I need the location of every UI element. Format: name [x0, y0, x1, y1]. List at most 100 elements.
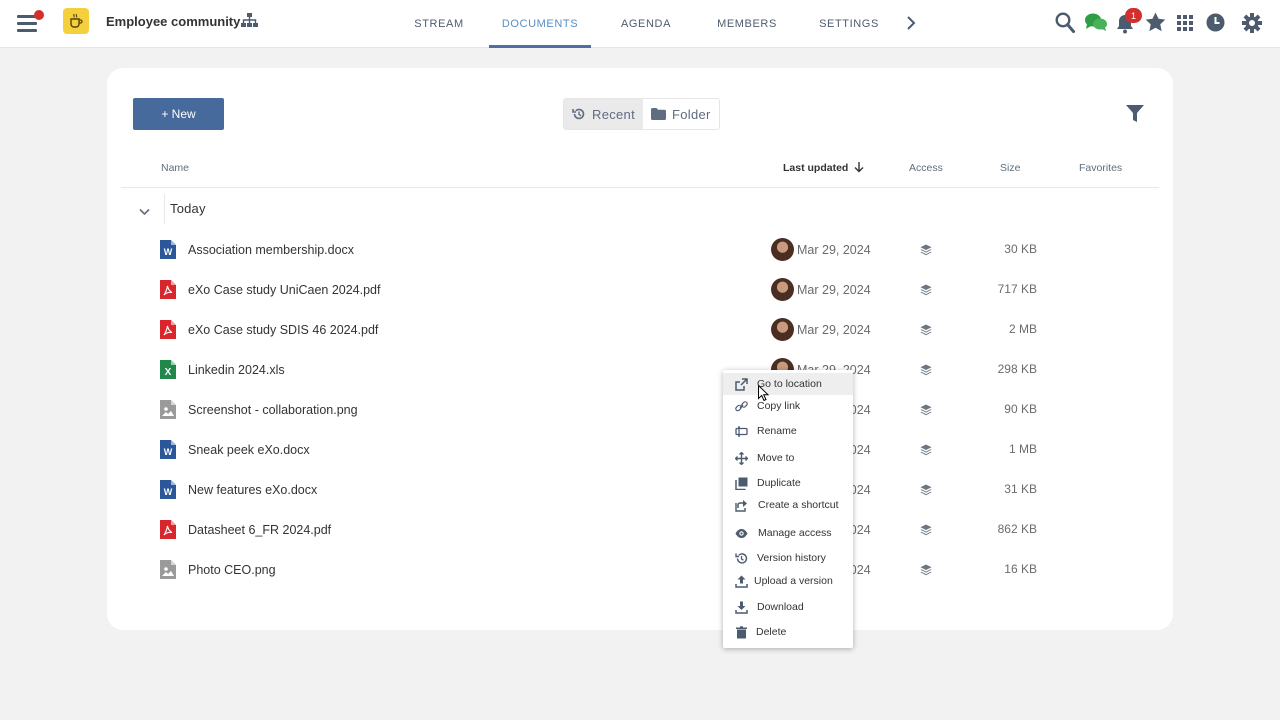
file-name[interactable]: Screenshot - collaboration.png	[188, 403, 358, 417]
svg-text:W: W	[164, 247, 173, 257]
star-icon[interactable]	[1145, 12, 1166, 37]
copy-icon	[735, 477, 748, 490]
column-header-last-updated[interactable]: Last updated	[783, 162, 864, 174]
table-row[interactable]: WNew features eXo.docxMar 29, 202431 KB	[107, 470, 1173, 510]
space-name[interactable]: Employee community	[106, 14, 240, 29]
menu-item-duplicate[interactable]: Duplicate	[723, 472, 853, 494]
chevron-down-icon[interactable]	[139, 203, 150, 221]
svg-text:X: X	[165, 367, 172, 378]
upload-icon	[735, 575, 748, 588]
space-logo[interactable]	[63, 8, 89, 34]
header-divider	[121, 187, 1159, 188]
file-size: 2 MB	[1008, 322, 1037, 336]
layers-icon[interactable]	[920, 283, 932, 301]
gear-icon[interactable]	[1242, 13, 1262, 38]
layers-icon[interactable]	[920, 403, 932, 421]
menu-item-label: Delete	[756, 626, 787, 638]
recent-view-button[interactable]: Recent	[564, 99, 643, 129]
table-row[interactable]: Datasheet 6_FR 2024.pdfMar 29, 2024862 K…	[107, 510, 1173, 550]
menu-notification-dot	[34, 10, 44, 20]
tab-agenda[interactable]: AGENDA	[601, 0, 691, 48]
documents-card: + New Recent Folder Name Last updated Ac…	[107, 68, 1173, 630]
avatar[interactable]	[771, 318, 794, 341]
history-icon	[735, 553, 748, 564]
column-header-favorites[interactable]: Favorites	[1079, 162, 1122, 174]
menu-item-create-a-shortcut[interactable]: Create a shortcut	[723, 494, 853, 516]
table-row[interactable]: WSneak peek eXo.docxMar 29, 20241 MB	[107, 430, 1173, 470]
layers-icon[interactable]	[920, 243, 932, 261]
table-row[interactable]: W Association membership.docx Mar 29, 2024…	[107, 230, 1173, 270]
chevron-right-icon[interactable]	[905, 15, 917, 36]
menu-item-rename[interactable]: Rename	[723, 420, 853, 442]
layers-icon[interactable]	[920, 323, 932, 341]
file-name[interactable]: Photo CEO.png	[188, 563, 276, 577]
tab-documents[interactable]: DOCUMENTS	[489, 0, 591, 48]
context-menu: Go to location Copy link Rename Move to Dupl…	[723, 370, 853, 648]
image-file-file-icon	[160, 400, 176, 419]
clock-icon[interactable]	[1206, 13, 1225, 37]
menu-item-label: Version history	[757, 552, 826, 564]
menu-item-upload-a-version[interactable]: Upload a version	[723, 570, 853, 592]
filter-icon[interactable]	[1126, 105, 1144, 128]
file-size: 862 KB	[997, 522, 1037, 536]
file-name[interactable]: New features eXo.docx	[188, 483, 317, 497]
menu-item-manage-access[interactable]: Manage access	[723, 522, 853, 544]
table-row[interactable]: Photo CEO.pngMar 29, 202416 KB	[107, 550, 1173, 590]
chat-icon[interactable]	[1084, 12, 1108, 39]
word-file-icon: W	[160, 440, 176, 459]
last-updated-label: Last updated	[783, 162, 849, 174]
table-row[interactable]: XLinkedin 2024.xlsMar 29, 2024298 KB	[107, 350, 1173, 390]
menu-item-go-to-location[interactable]: Go to location	[723, 373, 853, 395]
menu-item-label: Move to	[757, 452, 795, 464]
last-updated-date: Mar 29, 2024	[797, 243, 871, 257]
layers-icon[interactable]	[920, 523, 932, 541]
menu-icon[interactable]	[17, 10, 44, 33]
svg-text:W: W	[164, 487, 173, 497]
tab-settings[interactable]: SETTINGS	[804, 0, 894, 48]
avatar[interactable]	[771, 278, 794, 301]
file-size: 16 KB	[1004, 562, 1037, 576]
last-updated-date: Mar 29, 2024	[797, 283, 871, 297]
table-row[interactable]: eXo Case study UniCaen 2024.pdf Mar 29, 2…	[107, 270, 1173, 310]
file-size: 1 MB	[1008, 442, 1037, 456]
tab-members[interactable]: MEMBERS	[702, 0, 792, 48]
layers-icon[interactable]	[920, 443, 932, 461]
table-row[interactable]: eXo Case study SDIS 46 2024.pdf Mar 29, 2…	[107, 310, 1173, 350]
menu-item-delete[interactable]: Delete	[723, 621, 853, 643]
column-header-access[interactable]: Access	[909, 162, 943, 174]
menu-item-download[interactable]: Download	[723, 596, 853, 618]
menu-item-label: Upload a version	[754, 575, 833, 587]
layers-icon[interactable]	[920, 563, 932, 581]
new-button[interactable]: + New	[133, 98, 224, 130]
menu-item-label: Download	[757, 601, 804, 613]
pdf-file-icon	[160, 520, 176, 539]
tab-stream[interactable]: STREAM	[400, 0, 478, 48]
file-name[interactable]: eXo Case study UniCaen 2024.pdf	[188, 283, 381, 297]
apps-grid-icon[interactable]	[1177, 15, 1193, 36]
menu-item-copy-link[interactable]: Copy link	[723, 395, 853, 417]
file-size: 90 KB	[1004, 402, 1037, 416]
file-name[interactable]: Linkedin 2024.xls	[188, 363, 285, 377]
menu-item-version-history[interactable]: Version history	[723, 547, 853, 569]
avatar[interactable]	[771, 238, 794, 261]
column-header-size[interactable]: Size	[1000, 162, 1020, 174]
file-name[interactable]: Datasheet 6_FR 2024.pdf	[188, 523, 331, 537]
pdf-file-icon	[160, 280, 176, 299]
top-bar: Employee community STREAM DOCUMENTS AGEN…	[0, 0, 1280, 48]
layers-icon[interactable]	[920, 483, 932, 501]
hierarchy-icon[interactable]	[241, 13, 258, 33]
notification-badge: 1	[1125, 8, 1142, 23]
file-name[interactable]: Sneak peek eXo.docx	[188, 443, 310, 457]
table-row[interactable]: Screenshot - collaboration.pngMar 29, 20…	[107, 390, 1173, 430]
eye-icon	[735, 529, 748, 538]
file-name[interactable]: Association membership.docx	[188, 243, 354, 257]
column-header-name[interactable]: Name	[161, 162, 189, 174]
file-size: 30 KB	[1004, 242, 1037, 256]
folder-view-button[interactable]: Folder	[643, 99, 719, 129]
svg-text:W: W	[164, 447, 173, 457]
menu-item-move-to[interactable]: Move to	[723, 447, 853, 469]
word-file-icon: W	[160, 240, 176, 259]
layers-icon[interactable]	[920, 363, 932, 381]
search-icon[interactable]	[1055, 12, 1075, 39]
file-name[interactable]: eXo Case study SDIS 46 2024.pdf	[188, 323, 378, 337]
